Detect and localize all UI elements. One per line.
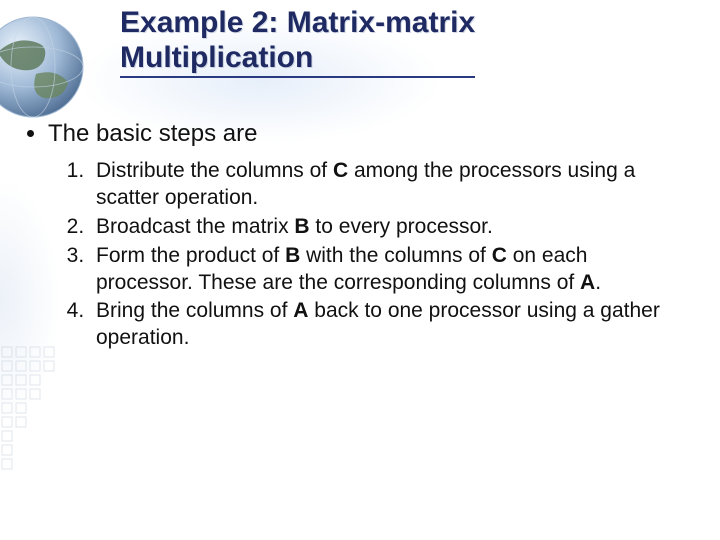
title-line-1: Example 2: Matrix-matrix (120, 6, 475, 39)
matrix-b-bold: B (294, 215, 309, 238)
globe-icon (0, 12, 88, 122)
step-2-text-c: to every processor. (310, 215, 493, 238)
step-2: Broadcast the matrix B to every processo… (90, 214, 690, 241)
matrix-c-bold-2: C (492, 244, 507, 267)
step-2-text-a: Broadcast the matrix (96, 215, 294, 238)
grid-decoration (0, 345, 80, 485)
slide-body: The basic steps are Distribute the colum… (20, 120, 690, 354)
step-3-text-a: Form the product of (96, 244, 285, 267)
title-block: Example 2: Matrix-matrix Multiplication (120, 6, 690, 78)
matrix-c-bold: C (333, 159, 348, 182)
step-3: Form the product of B with the columns o… (90, 243, 690, 297)
step-1-text-a: Distribute the columns of (96, 159, 333, 182)
matrix-a-bold-2: A (293, 299, 308, 322)
steps-list: Distribute the columns of C among the pr… (20, 158, 690, 352)
step-3-text-c: with the columns of (300, 244, 491, 267)
slide-title: Example 2: Matrix-matrix Multiplication (120, 6, 475, 78)
matrix-a-bold: A (580, 271, 595, 294)
step-4: Bring the columns of A back to one proce… (90, 298, 690, 352)
step-4-text-a: Bring the columns of (96, 299, 293, 322)
step-3-text-g: . (595, 271, 601, 294)
matrix-b-bold-2: B (285, 244, 300, 267)
bullet-list: The basic steps are (20, 120, 690, 148)
step-1: Distribute the columns of C among the pr… (90, 158, 690, 212)
intro-bullet: The basic steps are (48, 120, 690, 148)
slide: Example 2: Matrix-matrix Multiplication … (0, 0, 720, 540)
title-line-2: Multiplication (120, 41, 313, 74)
